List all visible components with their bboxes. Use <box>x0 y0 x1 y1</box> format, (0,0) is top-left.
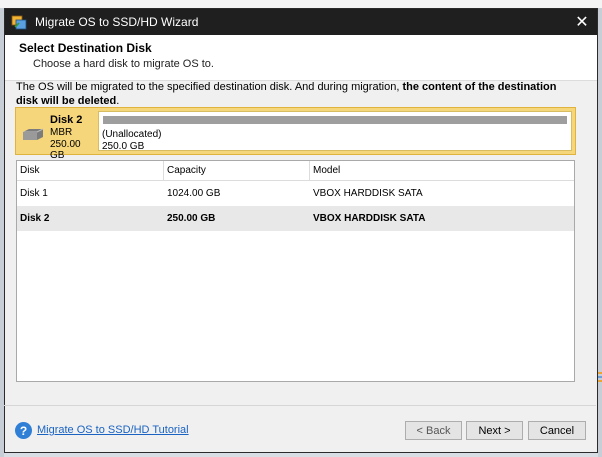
partition-name: (Unallocated) <box>102 129 162 140</box>
cell-capacity: 250.00 GB <box>167 213 216 224</box>
description-end: . <box>116 95 120 107</box>
table-row[interactable]: Disk 1 1024.00 GB VBOX HARDDISK SATA <box>17 181 574 206</box>
column-header-disk[interactable]: Disk <box>17 161 164 181</box>
header-title: Select Destination Disk <box>19 41 152 55</box>
selected-disk-card[interactable]: Disk 2 MBR 250.00 GB (Unallocated) 250.0… <box>15 107 576 161</box>
column-header-capacity[interactable]: Capacity <box>164 161 310 181</box>
disk-info: Disk 2 MBR 250.00 GB <box>18 112 96 161</box>
cell-model: VBOX HARDDISK SATA <box>313 188 423 199</box>
partition-label: (Unallocated) 250.0 GB <box>102 129 161 153</box>
cell-disk: Disk 2 <box>20 213 50 224</box>
disk-name: Disk 2 <box>50 114 83 126</box>
hard-disk-icon <box>21 128 45 142</box>
wizard-header: Select Destination Disk Choose a hard di… <box>5 35 597 81</box>
column-header-model[interactable]: Model <box>310 161 574 181</box>
close-icon[interactable]: ✕ <box>567 9 597 35</box>
table-row-selected[interactable]: Disk 2 250.00 GB VBOX HARDDISK SATA <box>17 206 574 231</box>
partition-usage-bar <box>103 116 567 124</box>
background-app-strip <box>0 0 602 8</box>
background-app-right <box>598 8 602 457</box>
window-title: Migrate OS to SSD/HD Wizard <box>35 15 199 29</box>
header-subtitle: Choose a hard disk to migrate OS to. <box>33 58 214 70</box>
title-bar: Migrate OS to SSD/HD Wizard ✕ <box>5 9 597 35</box>
migration-description: The OS will be migrated to the specified… <box>16 80 576 108</box>
migrate-app-icon <box>11 14 27 30</box>
cell-disk: Disk 1 <box>20 188 48 199</box>
disk-size: 250.00 GB <box>50 139 81 161</box>
cell-capacity: 1024.00 GB <box>167 188 221 199</box>
partition-size: 250.0 GB <box>102 141 145 152</box>
disk-table: Disk Capacity Model Disk 1 1024.00 GB VB… <box>16 160 575 382</box>
cell-model: VBOX HARDDISK SATA <box>313 213 426 224</box>
disk-type: MBR <box>50 127 73 138</box>
partition-block[interactable]: (Unallocated) 250.0 GB <box>98 111 572 153</box>
description-text: The OS will be migrated to the specified… <box>16 81 403 93</box>
table-header: Disk Capacity Model <box>17 161 574 181</box>
